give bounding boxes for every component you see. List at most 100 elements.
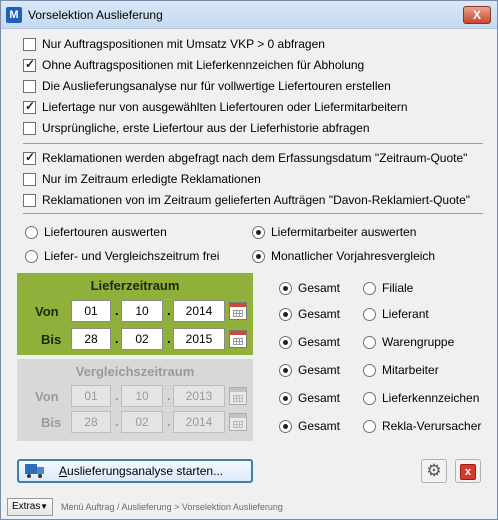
- radio-button[interactable]: [25, 225, 38, 239]
- radio-button[interactable]: [363, 335, 376, 349]
- date-separator: .: [167, 303, 171, 318]
- radio-label: Filiale: [382, 281, 414, 295]
- option-liefertage-ausgewaehlt[interactable]: Liefertage nur von ausgewählten Lieferto…: [23, 98, 408, 116]
- radio-grouping-option[interactable]: Filiale: [363, 279, 413, 297]
- status-bar: Extras ▼ Menü Auftrag / Auslieferung > V…: [1, 495, 497, 519]
- radio-label: Liefer- und Vergleichszeitrum frei: [44, 249, 220, 263]
- von-month-field[interactable]: 10: [121, 300, 163, 322]
- bis-month-field: 02: [121, 411, 163, 433]
- radio-label: Liefermitarbeiter auswerten: [271, 225, 417, 239]
- option-erledigte-reklamationen[interactable]: Nur im Zeitraum erledigte Reklamationen: [23, 170, 261, 188]
- radio-grouping-option[interactable]: Mitarbeiter: [363, 361, 439, 379]
- option-vollwertige-liefertouren[interactable]: Die Auslieferungsanalyse nur für vollwer…: [23, 77, 391, 95]
- radio-grouping-option[interactable]: Lieferkennzeichen: [363, 389, 479, 407]
- radio-label: Gesamt: [298, 419, 341, 433]
- window-title: Vorselektion Auslieferung: [28, 8, 163, 22]
- close-window-button[interactable]: X: [463, 6, 491, 24]
- radio-label: Gesamt: [298, 391, 341, 405]
- dialog-window: M Vorselektion Auslieferung X Nur Auftra…: [0, 0, 498, 520]
- extras-label: Extras: [12, 501, 41, 512]
- radio-liefertouren[interactable]: Liefertouren auswerten: [25, 223, 167, 241]
- checkbox[interactable]: [23, 37, 36, 51]
- dialog-content: Nur Auftragspositionen mit Umsatz VKP > …: [9, 31, 489, 491]
- radio-label: Mitarbeiter: [382, 363, 439, 377]
- radio-button[interactable]: [363, 391, 376, 405]
- radio-grouping-option[interactable]: Rekla-Verursacher: [363, 417, 481, 435]
- option-umsatz-vkp[interactable]: Nur Auftragspositionen mit Umsatz VKP > …: [23, 35, 325, 53]
- radio-grouping-option[interactable]: Warengruppe: [363, 333, 454, 351]
- radio-button[interactable]: [279, 335, 292, 349]
- checkbox[interactable]: [23, 121, 36, 135]
- settings-button[interactable]: ⚙: [421, 459, 447, 483]
- option-davon-reklamiert[interactable]: Reklamationen von im Zeitraum gelieferte…: [23, 191, 470, 209]
- radio-gesamt[interactable]: Gesamt: [279, 417, 340, 435]
- extras-menu-button[interactable]: Extras ▼: [7, 498, 53, 516]
- checkbox[interactable]: [23, 172, 36, 186]
- bis-label: Bis: [41, 415, 62, 430]
- date-separator: .: [115, 414, 119, 429]
- radio-button[interactable]: [363, 363, 376, 377]
- start-analysis-button[interactable]: Auslieferungsanalyse starten...: [17, 459, 253, 483]
- checkbox[interactable]: [23, 150, 36, 165]
- calendar-icon[interactable]: [229, 330, 247, 348]
- breadcrumb: Menü Auftrag / Auslieferung > Vorselekti…: [61, 502, 283, 512]
- option-label: Nur im Zeitraum erledigte Reklamationen: [42, 172, 261, 186]
- calendar-icon: [229, 387, 247, 405]
- radio-liefermitarbeiter[interactable]: Liefermitarbeiter auswerten: [252, 223, 416, 241]
- date-separator: .: [167, 414, 171, 429]
- radio-button[interactable]: [279, 307, 292, 321]
- title-bar: M Vorselektion Auslieferung X: [1, 1, 497, 29]
- radio-label: Warengruppe: [382, 335, 455, 349]
- radio-button[interactable]: [279, 281, 292, 295]
- radio-label: Gesamt: [298, 307, 341, 321]
- option-reklamation-erfassungsdatum[interactable]: Reklamationen werden abgefragt nach dem …: [23, 149, 467, 167]
- radio-label: Gesamt: [298, 335, 341, 349]
- bis-year-field[interactable]: 2015: [173, 328, 225, 350]
- checkbox[interactable]: [23, 57, 36, 72]
- radio-button[interactable]: [279, 363, 292, 377]
- radio-gesamt[interactable]: Gesamt: [279, 389, 340, 407]
- date-separator: .: [115, 303, 119, 318]
- app-logo-icon: M: [6, 7, 22, 23]
- radio-button[interactable]: [279, 419, 292, 433]
- bis-day-field[interactable]: 28: [71, 328, 111, 350]
- start-button-label: Auslieferungsanalyse starten...: [59, 464, 224, 478]
- radio-gesamt[interactable]: Gesamt: [279, 305, 340, 323]
- calendar-icon[interactable]: [229, 302, 247, 320]
- gear-icon: ⚙: [426, 461, 442, 480]
- radio-button[interactable]: [252, 249, 265, 263]
- date-separator: .: [167, 388, 171, 403]
- radio-gesamt[interactable]: Gesamt: [279, 333, 340, 351]
- radio-gesamt[interactable]: Gesamt: [279, 279, 340, 297]
- radio-vorjahresvergleich[interactable]: Monatlicher Vorjahresvergleich: [252, 247, 435, 265]
- checkbox[interactable]: [23, 99, 36, 114]
- radio-button[interactable]: [279, 391, 292, 405]
- cancel-button[interactable]: x: [455, 459, 481, 483]
- radio-button[interactable]: [252, 225, 265, 239]
- divider: [23, 143, 483, 144]
- von-year-field: 2013: [173, 385, 225, 407]
- radio-grouping-option[interactable]: Lieferant: [363, 305, 429, 323]
- bis-month-field[interactable]: 02: [121, 328, 163, 350]
- checkbox[interactable]: [23, 79, 36, 93]
- radio-label: Liefertouren auswerten: [44, 225, 167, 239]
- option-erste-liefertour[interactable]: Ursprüngliche, erste Liefertour aus der …: [23, 119, 370, 137]
- option-label: Reklamationen werden abgefragt nach dem …: [42, 151, 468, 165]
- option-label: Reklamationen von im Zeitraum gelieferte…: [42, 193, 471, 207]
- radio-label: Rekla-Verursacher: [382, 419, 482, 433]
- option-ohne-abholung[interactable]: Ohne Auftragspositionen mit Lieferkennze…: [23, 56, 364, 74]
- von-day-field[interactable]: 01: [71, 300, 111, 322]
- radio-label: Lieferant: [382, 307, 429, 321]
- radio-button[interactable]: [363, 307, 376, 321]
- checkbox[interactable]: [23, 193, 36, 207]
- bis-day-field: 28: [71, 411, 111, 433]
- radio-button[interactable]: [25, 249, 38, 263]
- panel-title: Lieferzeitraum: [90, 278, 180, 293]
- radio-frei[interactable]: Liefer- und Vergleichszeitrum frei: [25, 247, 219, 265]
- radio-button[interactable]: [363, 419, 376, 433]
- radio-button[interactable]: [363, 281, 376, 295]
- von-year-field[interactable]: 2014: [173, 300, 225, 322]
- date-separator: .: [115, 388, 119, 403]
- radio-gesamt[interactable]: Gesamt: [279, 361, 340, 379]
- von-month-field: 10: [121, 385, 163, 407]
